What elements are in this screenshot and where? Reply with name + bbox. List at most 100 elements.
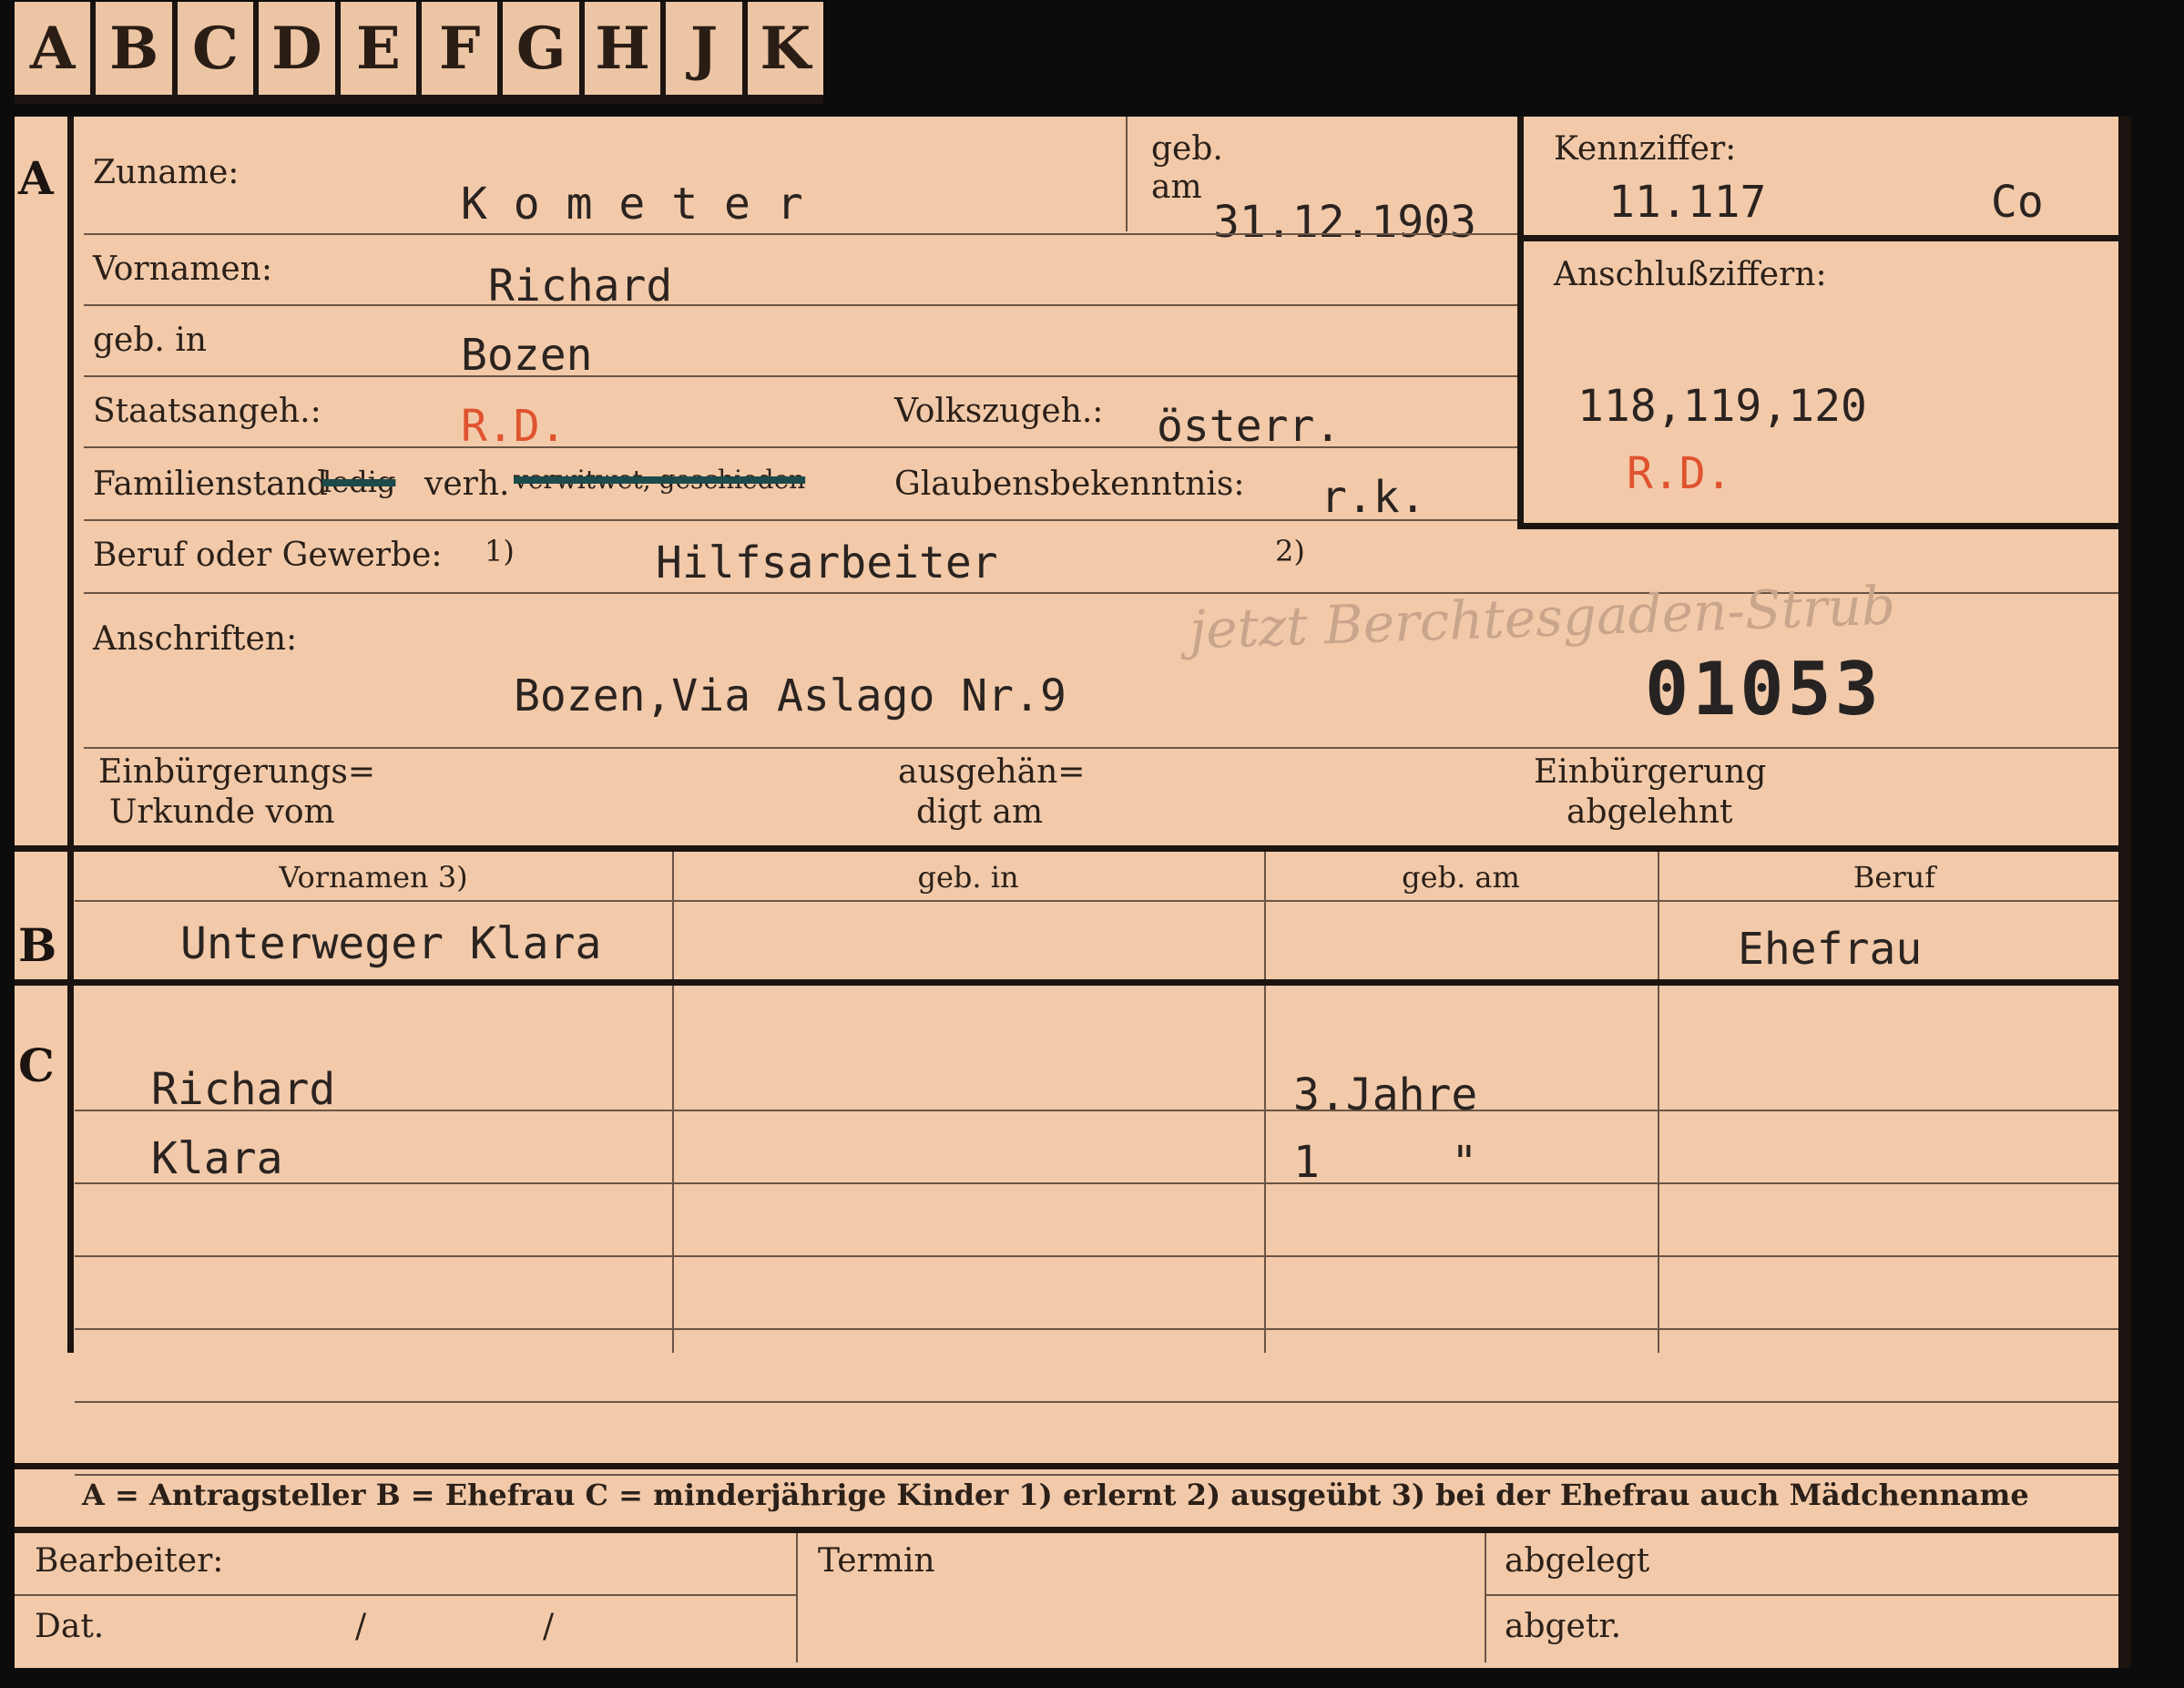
zuname-value: K o m e t e r	[461, 179, 803, 230]
index-tab-e: E	[340, 2, 423, 95]
c-child-1-age: 3.Jahre	[1293, 1069, 1478, 1120]
ausgehaendigt-label-1: ausgehän=	[898, 753, 1086, 791]
glauben-label: Glaubensbekenntnis:	[894, 465, 1245, 503]
kennziffer-label: Kennziffer:	[1554, 130, 1737, 168]
index-tab-k: K	[747, 2, 824, 95]
kennziffer-box-bottom	[1517, 523, 2131, 529]
b-col-divider-1	[672, 852, 674, 979]
b-header-beruf: Beruf	[1852, 860, 1936, 895]
section-b-marker: B	[18, 918, 57, 972]
beruf-note-2: 2)	[1275, 534, 1305, 568]
row-line-vornamen	[84, 304, 1517, 306]
b-header-geb-am: geb. am	[1402, 860, 1520, 895]
kennziffer-value: 11.117	[1608, 177, 1767, 228]
row-line-staatsangeh	[84, 446, 1517, 448]
beruf-label: Beruf oder Gewerbe:	[93, 537, 443, 574]
anschriften-value: Bozen,Via Aslago Nr.9	[514, 670, 1066, 721]
b-header-geb-in: geb. in	[917, 860, 1019, 895]
einbuergerung-label-2: Urkunde vom	[109, 793, 335, 831]
section-c-left-border	[67, 986, 74, 1353]
einbuergerung-label-1: Einbürgerungs=	[98, 753, 376, 791]
anschlussziffern-label: Anschlußziffern:	[1554, 256, 1827, 293]
kennziffer-box-left	[1517, 117, 1524, 528]
geb-in-value: Bozen	[461, 330, 593, 381]
geb-am-label-2: am	[1151, 169, 1202, 206]
termin-label: Termin	[818, 1542, 935, 1580]
section-c-marker: C	[18, 1038, 55, 1092]
row-line-geb-in	[84, 375, 1517, 377]
anschlussziffern-stamp: R.D.	[1627, 448, 1732, 499]
c-row-line-1	[75, 1110, 2131, 1111]
geb-am-label-1: geb.	[1151, 130, 1223, 168]
dat-slash-1: /	[355, 1608, 367, 1645]
c-row-line-5	[75, 1401, 2131, 1403]
section-a-left-border	[67, 117, 74, 845]
geb-am-divider	[1126, 117, 1128, 231]
c-col-divider-3	[1658, 986, 1659, 1353]
kennziffer-code: Co	[1991, 177, 2044, 228]
section-a-bottom-border	[15, 845, 2131, 852]
c-row-line-4	[75, 1328, 2131, 1330]
c-child-2-age: 1 "	[1293, 1137, 1478, 1188]
geb-in-label: geb. in	[93, 322, 207, 359]
b-col-divider-3	[1658, 852, 1659, 979]
b-beruf-value: Ehefrau	[1738, 924, 1923, 975]
index-tab-g: G	[503, 2, 585, 95]
registration-card: A B C Kennziffer: 11.117 Co Anschlußziff…	[15, 117, 2131, 1668]
familienstand-label: Familienstand	[93, 465, 328, 503]
kennziffer-divider	[1517, 235, 2131, 241]
index-tab-b: B	[96, 2, 178, 95]
row-line-familienstand	[84, 519, 1517, 521]
zuname-label: Zuname:	[93, 154, 240, 191]
index-tab-h: H	[584, 2, 667, 95]
c-col-divider-1	[672, 986, 674, 1353]
section-b-left-border	[67, 852, 74, 979]
index-tab-c: C	[177, 2, 260, 95]
index-tab-a: A	[15, 2, 97, 95]
b-col-divider-2	[1264, 852, 1266, 979]
familienstand-value: verh.	[424, 465, 510, 503]
section-b-bottom-border	[15, 979, 2131, 986]
dat-label: Dat.	[35, 1608, 105, 1645]
glauben-value: r.k.	[1321, 472, 1426, 523]
legend-bottom-border	[15, 1527, 2131, 1533]
c-row-line-3	[75, 1255, 2131, 1257]
index-tab-f: F	[422, 2, 504, 95]
footer-line-right	[1485, 1594, 2131, 1596]
beruf-value: Hilfsarbeiter	[656, 537, 998, 588]
abgetr-label: abgetr.	[1505, 1608, 1622, 1645]
c-row-line-2	[75, 1182, 2131, 1184]
footer-divider-1	[796, 1533, 798, 1662]
card-right-edge	[2118, 117, 2131, 1668]
volkszugeh-label: Volkszugeh.:	[894, 393, 1104, 430]
index-tab-j: J	[666, 2, 748, 95]
familienstand-struck-ledig: ledig	[322, 465, 396, 499]
anschriften-label: Anschriften:	[93, 620, 298, 658]
row-line-zuname	[84, 233, 1517, 235]
b-vornamen-value: Unterweger Klara	[180, 918, 602, 969]
section-a-marker: A	[18, 151, 54, 205]
familienstand-struck-rest: verwitwet, geschieden	[514, 465, 806, 495]
footer-line-left	[15, 1594, 796, 1596]
c-child-2-name: Klara	[151, 1133, 283, 1184]
index-tabs: ABCDEFGHJK	[15, 2, 824, 104]
c-child-1-name: Richard	[151, 1064, 336, 1115]
b-header-underline	[75, 900, 2131, 902]
c-row-line-6	[75, 1474, 2131, 1476]
section-c-bottom-border	[15, 1463, 2131, 1469]
bearbeiter-label: Bearbeiter:	[35, 1542, 224, 1580]
vornamen-label: Vornamen:	[93, 251, 272, 288]
ausgehaendigt-label-2: digt am	[916, 793, 1044, 831]
dat-slash-2: /	[543, 1608, 555, 1645]
einbuergerung-abgelehnt-label-2: abgelehnt	[1567, 793, 1733, 831]
row-line-anschriften	[84, 747, 2131, 749]
c-col-divider-2	[1264, 986, 1266, 1353]
beruf-note-1: 1)	[485, 534, 515, 568]
abgelegt-label: abgelegt	[1505, 1542, 1650, 1580]
staatsangeh-label: Staatsangeh.:	[93, 393, 321, 430]
volkszugeh-value: österr.	[1157, 401, 1342, 452]
staatsangeh-value: R.D.	[461, 401, 566, 452]
geb-am-value: 31.12.1903	[1213, 197, 1476, 248]
anschlussziffern-value: 118,119,120	[1577, 381, 1867, 432]
einbuergerung-abgelehnt-label-1: Einbürgerung	[1534, 753, 1767, 791]
